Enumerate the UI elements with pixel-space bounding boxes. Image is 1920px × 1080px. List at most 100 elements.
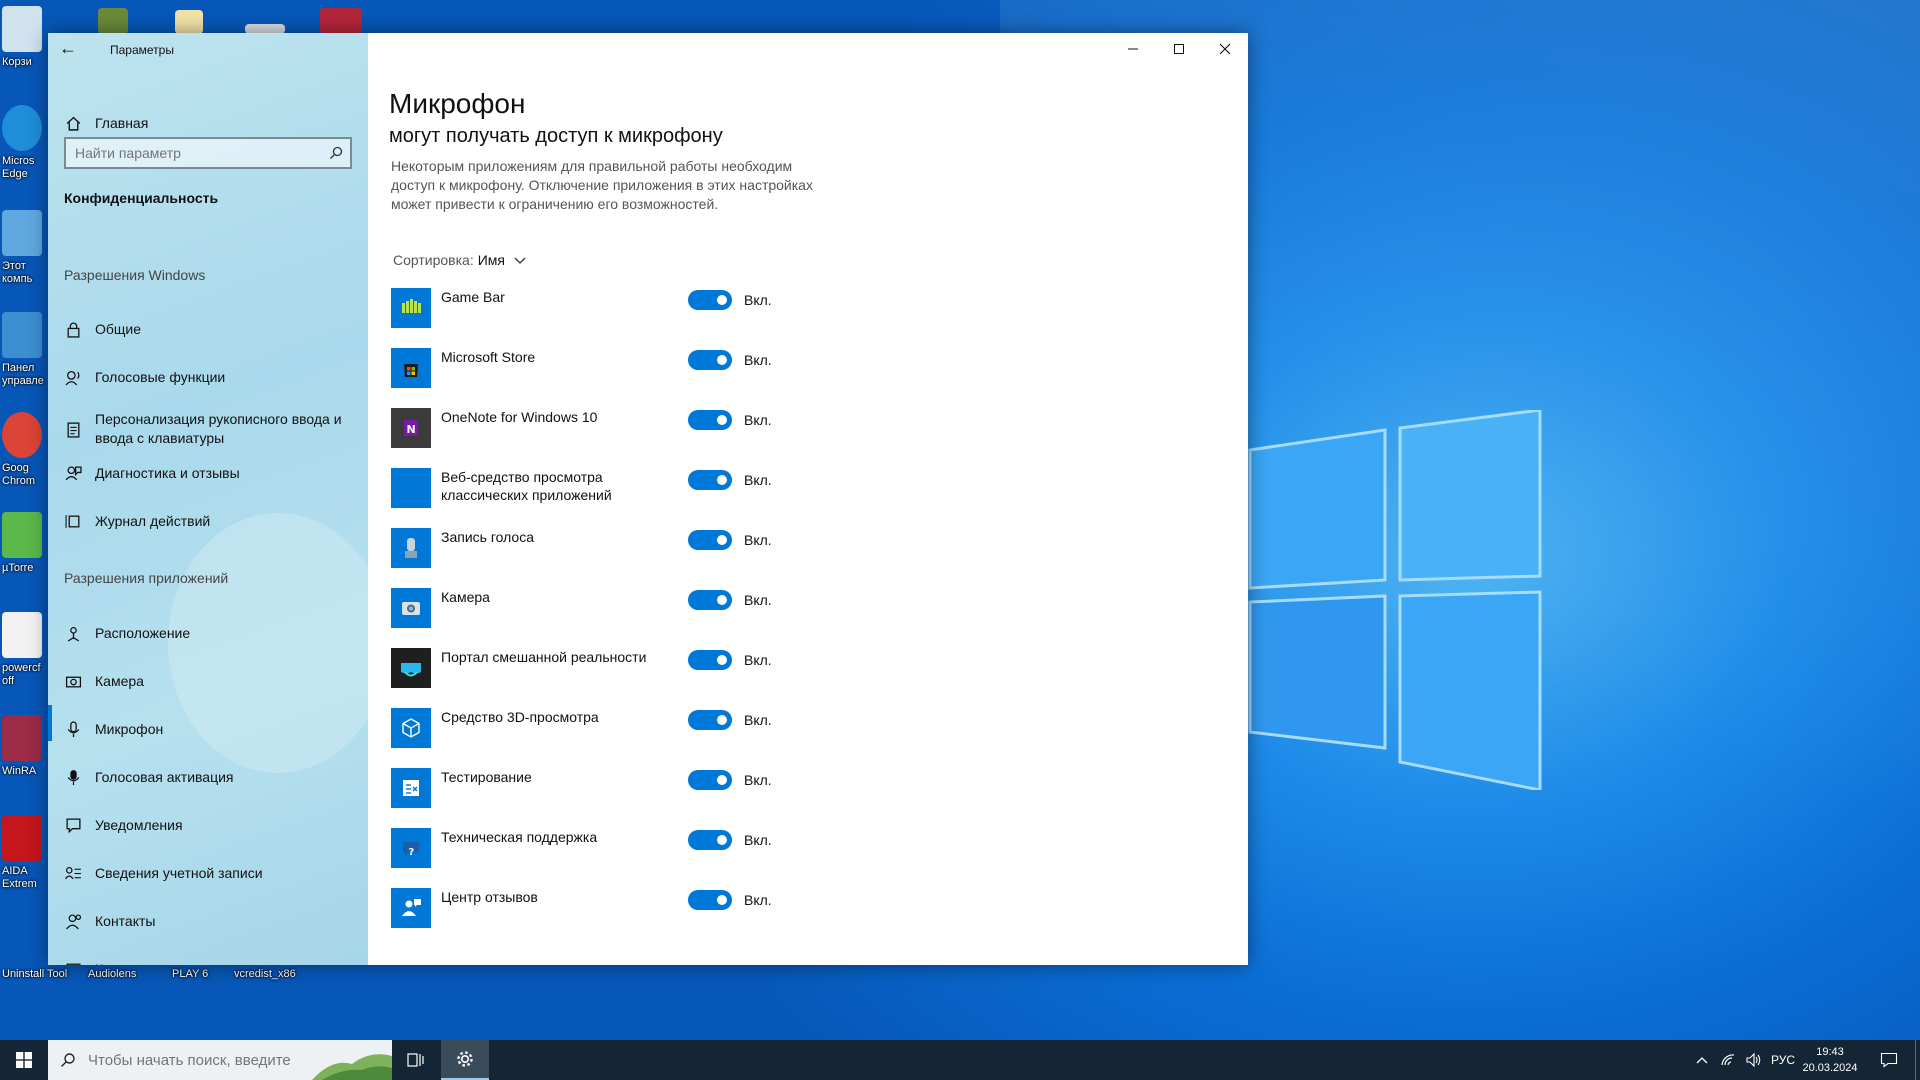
minimize-icon xyxy=(1128,48,1138,50)
clock[interactable]: 19:43 20.03.2024 xyxy=(1802,1040,1858,1080)
desktop-icon-chrome[interactable] xyxy=(2,412,42,458)
app-toggle-state: Вкл. xyxy=(744,472,772,488)
network-button[interactable] xyxy=(1720,1040,1736,1080)
voice-icon xyxy=(64,368,82,386)
app-toggle[interactable] xyxy=(688,410,732,430)
search-box[interactable] xyxy=(64,137,352,169)
category-title: Конфиденциальность xyxy=(64,190,219,206)
nav-windows-feedback[interactable]: Диагностика и отзывы xyxy=(48,455,368,491)
app-toggle-state: Вкл. xyxy=(744,592,772,608)
task-view-button[interactable] xyxy=(392,1040,440,1080)
clock-date: 20.03.2024 xyxy=(1802,1062,1858,1074)
webview-icon xyxy=(391,468,431,508)
app-row: Портал смешанной реальности Вкл. xyxy=(391,648,951,692)
show-desktop-button[interactable] xyxy=(1915,1040,1920,1080)
desktop-label-powercfg: powercf off xyxy=(2,662,41,687)
app-toggle[interactable] xyxy=(688,590,732,610)
nav-apps-voice-activation[interactable]: Голосовая активация xyxy=(48,759,368,795)
desktop-icon-control-panel[interactable] xyxy=(2,312,42,358)
desktop-label-audiolens[interactable]: Audiolens xyxy=(88,968,136,980)
app-name: Техническая поддержка xyxy=(441,829,598,845)
sort-dropdown[interactable]: Сортировка: Имя xyxy=(393,252,527,268)
app-toggle[interactable] xyxy=(688,290,732,310)
minimize-button[interactable] xyxy=(1110,33,1156,65)
feedback-icon xyxy=(64,464,82,482)
nav-apps-microphone[interactable]: Микрофон xyxy=(48,711,368,747)
tray-overflow-button[interactable] xyxy=(1695,1040,1709,1080)
volume-button[interactable] xyxy=(1745,1040,1763,1080)
desktop-label-play6[interactable]: PLAY 6 xyxy=(172,968,208,980)
store-icon xyxy=(391,348,431,388)
sort-label: Сортировка: xyxy=(393,252,474,268)
action-center-button[interactable] xyxy=(1880,1040,1898,1080)
desktop-icon-aida64[interactable] xyxy=(2,815,42,861)
taskbar-search-input[interactable] xyxy=(88,1051,318,1069)
nav-windows-label: Общие xyxy=(95,320,142,337)
maximize-button[interactable] xyxy=(1156,33,1202,65)
app-toggle[interactable] xyxy=(688,530,732,550)
notification-center-icon xyxy=(1880,1052,1898,1068)
nav-apps-notification[interactable]: Уведомления xyxy=(48,807,368,843)
app-toggle[interactable] xyxy=(688,710,732,730)
taskbar-search-icon xyxy=(61,1053,75,1067)
microphone-icon xyxy=(64,720,82,738)
nav-windows-lock[interactable]: Общие xyxy=(48,311,368,347)
nav-apps-camera[interactable]: Камера xyxy=(48,663,368,699)
desktop-label-vcredist[interactable]: vcredist_x86 xyxy=(234,968,296,980)
desktop-icon-this-pc[interactable] xyxy=(2,210,42,256)
account-info-icon xyxy=(64,864,82,882)
nav-apps-account-info[interactable]: Сведения учетной записи xyxy=(48,855,368,891)
app-toggle[interactable] xyxy=(688,650,732,670)
app-toggle[interactable] xyxy=(688,830,732,850)
nav-windows-timeline[interactable]: Журнал действий xyxy=(48,503,368,539)
nav-apps-contacts[interactable]: Контакты xyxy=(48,903,368,939)
app-name: Запись голоса xyxy=(441,529,535,545)
nav-windows-label: Диагностика и отзывы xyxy=(95,464,240,481)
app-toggle[interactable] xyxy=(688,770,732,790)
chevron-down-icon xyxy=(514,257,526,264)
desktop-icon-winrar[interactable] xyxy=(2,715,42,761)
desktop-label-uninstall-tool[interactable]: Uninstall Tool xyxy=(2,968,67,980)
app-toggle[interactable] xyxy=(688,350,732,370)
desktop-label-winrar: WinRA xyxy=(2,765,37,777)
desktop-label-control-panel: Панел управле xyxy=(2,362,44,387)
voice-activation-icon xyxy=(64,768,82,786)
app-toggle[interactable] xyxy=(688,470,732,490)
back-button[interactable]: ← xyxy=(58,39,78,59)
feedback-hub-icon xyxy=(391,888,431,928)
page-subtitle: могут получать доступ к микрофону xyxy=(389,125,723,147)
app-toggle-state: Вкл. xyxy=(744,412,772,428)
desktop-icon-partial-1[interactable] xyxy=(98,8,128,34)
desktop-label-recycle-bin: Корзи xyxy=(2,56,32,68)
taskbar-search[interactable] xyxy=(48,1040,392,1080)
window-title: Параметры xyxy=(110,43,174,57)
nav-apps-calendar[interactable]: Календарь xyxy=(48,951,368,965)
app-toggle-state: Вкл. xyxy=(744,532,772,548)
nav-windows-voice[interactable]: Голосовые функции xyxy=(48,359,368,395)
desktop-icon-recycle-bin[interactable] xyxy=(2,6,42,52)
desktop-icon-utorrent[interactable] xyxy=(2,512,42,558)
language-indicator[interactable]: РУС xyxy=(1771,1040,1795,1080)
nav-apps-label: Расположение xyxy=(95,624,191,641)
desktop-icon-partial-2[interactable] xyxy=(175,10,203,34)
desktop-icon-partial-winrar[interactable] xyxy=(320,8,362,34)
onenote-icon: N xyxy=(391,408,431,448)
search-icon xyxy=(330,146,343,159)
nav-apps-location[interactable]: Расположение xyxy=(48,615,368,651)
close-button[interactable] xyxy=(1202,33,1248,65)
location-icon xyxy=(64,624,82,642)
app-toggle[interactable] xyxy=(688,890,732,910)
search-input[interactable] xyxy=(66,139,316,167)
desktop-label-edge: Micros Edge xyxy=(2,155,35,180)
svg-text:?: ? xyxy=(409,847,415,858)
start-button[interactable] xyxy=(0,1040,48,1080)
desktop-icon-powercfg[interactable] xyxy=(2,612,42,658)
nav-apps-label: Микрофон xyxy=(95,720,164,737)
nav-windows-clipboard[interactable]: Персонализация рукописного ввода и ввода… xyxy=(48,407,368,451)
app-toggle-state: Вкл. xyxy=(744,772,772,788)
nav-home[interactable]: Главная xyxy=(48,105,368,141)
desktop-icon-edge[interactable] xyxy=(2,105,42,151)
taskbar-settings-app[interactable] xyxy=(441,1040,489,1080)
svg-text:N: N xyxy=(407,423,416,436)
page-title: Микрофон xyxy=(389,88,526,119)
